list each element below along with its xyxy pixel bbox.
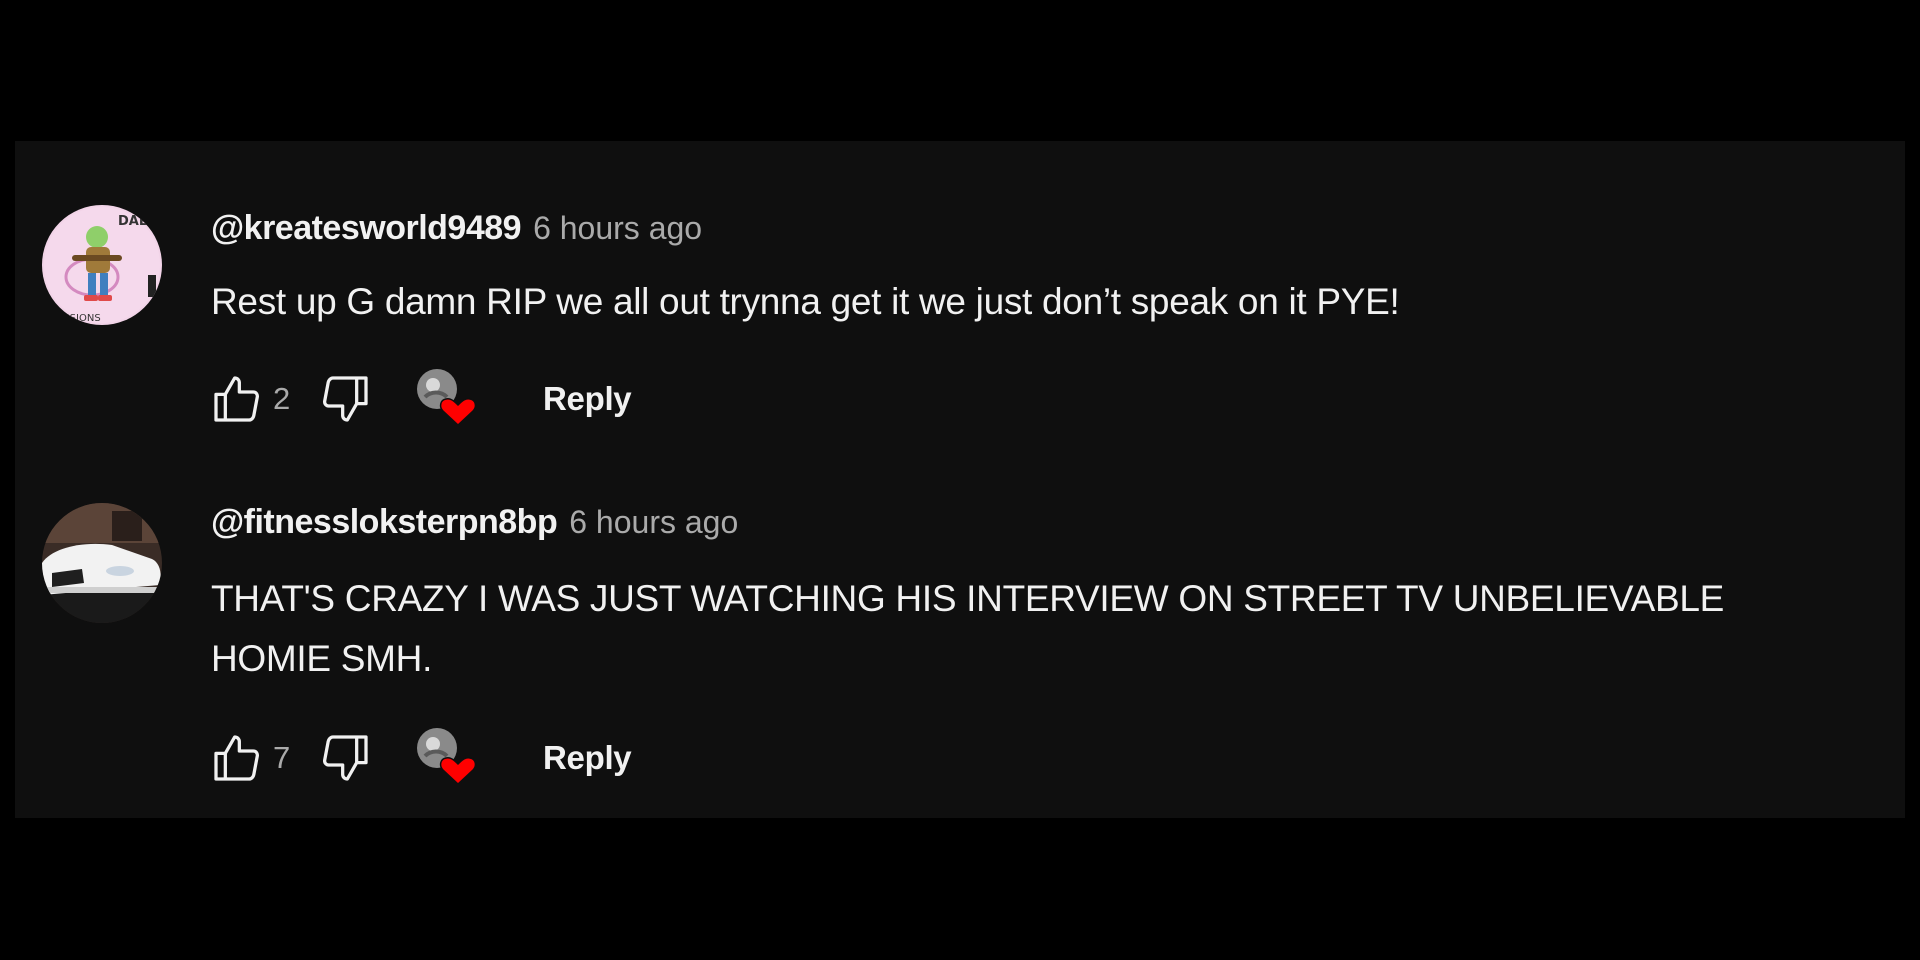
comment-actions: 2 Reply (205, 367, 632, 431)
avatar[interactable]: DAL USSIONS (42, 205, 162, 325)
svg-text:DAL: DAL (118, 214, 147, 229)
creator-heart-icon (417, 369, 477, 427)
thumbs-up-icon (214, 376, 259, 422)
thumbs-down-icon (323, 735, 368, 781)
white-car-icon (42, 503, 162, 623)
comment-text: THAT'S CRAZY I WAS JUST WATCHING HIS INT… (211, 578, 1724, 679)
creator-heart-badge (413, 726, 477, 790)
like-count: 2 (273, 381, 291, 416)
creator-heart-badge (413, 367, 477, 431)
cartoon-character-icon: DAL USSIONS (42, 205, 162, 325)
like-count: 7 (273, 740, 291, 775)
comment-text: Rest up G damn RIP we all out trynna get… (211, 281, 1400, 322)
dislike-button[interactable] (313, 367, 377, 431)
comment-actions: 7 Reply (205, 726, 632, 790)
comment-timestamp[interactable]: 6 hours ago (569, 504, 738, 541)
svg-text:USSIONS: USSIONS (56, 313, 101, 324)
reply-button[interactable]: Reply (543, 739, 632, 777)
like-button[interactable] (205, 367, 269, 431)
comment-timestamp[interactable]: 6 hours ago (533, 210, 702, 247)
comment-header: @kreatesworld9489 6 hours ago (211, 209, 702, 255)
dislike-button[interactable] (313, 726, 377, 790)
author-handle[interactable]: @fitnessloksterpn8bp (211, 503, 558, 542)
creator-heart-icon (417, 728, 477, 786)
thumbs-down-icon (323, 376, 368, 422)
reply-button[interactable]: Reply (543, 380, 632, 418)
comment-header: @fitnessloksterpn8bp 6 hours ago (211, 503, 738, 549)
comments-panel: DAL USSIONS @kreatesworld9489 6 hours ag… (15, 141, 1905, 818)
thumbs-up-icon (214, 735, 259, 781)
author-handle[interactable]: @kreatesworld9489 (211, 209, 522, 248)
like-button[interactable] (205, 726, 269, 790)
avatar[interactable] (42, 503, 162, 623)
